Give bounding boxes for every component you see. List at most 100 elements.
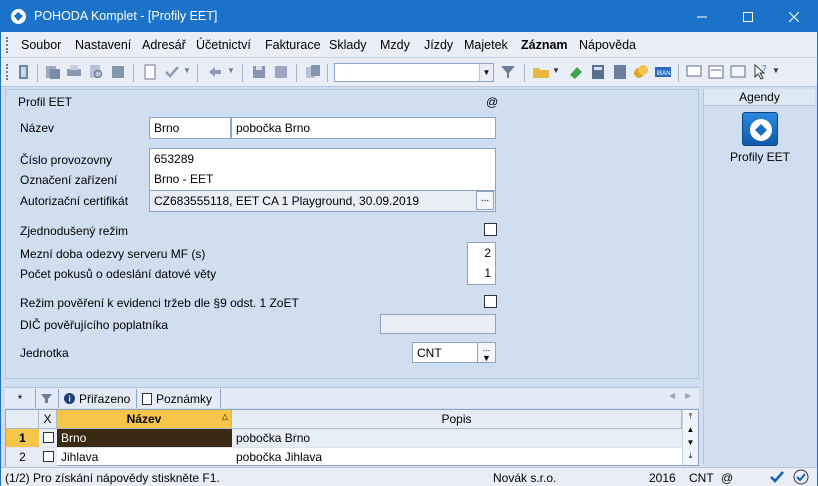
row-number: 2 (6, 448, 39, 467)
poverení-checkbox[interactable] (484, 295, 497, 308)
back-arrow-icon[interactable] (206, 63, 224, 81)
mezni-doba-field[interactable]: 2 (467, 242, 496, 264)
profily-eet-icon[interactable] (742, 112, 778, 146)
window-list-icon[interactable] (707, 63, 725, 81)
toolbar-grip[interactable] (6, 64, 9, 80)
maximize-icon (743, 11, 753, 22)
print-preview-icon[interactable] (87, 63, 105, 81)
toolbar-separator (678, 64, 679, 82)
menu-adresar[interactable]: Adresář (142, 38, 186, 52)
quick-search-combo[interactable]: ▼ (334, 63, 494, 82)
status-confirm-icon[interactable] (793, 469, 809, 485)
menu-nastaveni[interactable]: Nastavení (75, 38, 131, 52)
save-icon[interactable] (250, 63, 268, 81)
pocet-pokusu-field[interactable]: 1 (467, 263, 496, 285)
toolbar-separator (296, 64, 297, 82)
row-checkbox[interactable] (43, 451, 54, 462)
menu-grip[interactable] (6, 37, 9, 53)
duplicate-icon[interactable] (304, 63, 322, 81)
zjednoduseny-label: Zjednodušený režim (20, 224, 129, 238)
iban-icon[interactable]: IBAN (654, 63, 672, 81)
jednotka-value: CNT (417, 346, 442, 360)
combo-dropdown-icon[interactable]: ▼ (479, 64, 493, 81)
certifikat-browse-button[interactable]: ... (476, 191, 494, 210)
nazev-label: Název (20, 121, 55, 135)
menu-bar: Soubor Nastavení Adresář Účetnictví Fakt… (1, 32, 817, 58)
table-row[interactable]: 2 Jihlava pobočka Jihlava (6, 448, 682, 467)
provozovna-field[interactable]: 653289 (149, 148, 496, 170)
menu-fakturace[interactable]: Fakturace (265, 38, 321, 52)
column-header-nazev[interactable]: Název △ (57, 410, 232, 429)
menu-sklady[interactable]: Sklady (329, 38, 367, 52)
column-header-x[interactable]: X (39, 410, 57, 429)
messages-icon[interactable] (729, 63, 747, 81)
minimize-icon (697, 16, 707, 17)
info-icon (64, 393, 75, 404)
tab-prirazeno[interactable]: Přiřazeno (59, 389, 137, 408)
scroll-down-icon[interactable]: ▼ (683, 436, 698, 449)
door-icon[interactable] (15, 63, 33, 81)
zarizeni-field[interactable]: Brno - EET (149, 169, 496, 191)
row-popis: pobočka Brno (232, 429, 682, 448)
row-checkbox[interactable] (43, 432, 54, 443)
coins-icon[interactable] (632, 63, 650, 81)
help-pointer-icon[interactable]: ? (751, 63, 769, 81)
menu-ucetnictvi[interactable]: Účetnictví (196, 38, 251, 52)
column-header-popis[interactable]: Popis (232, 410, 682, 429)
column-header-nazev-label: Název (126, 412, 162, 426)
tab-all[interactable]: * (5, 389, 36, 408)
check-dropdown-icon[interactable]: ▼ (183, 66, 191, 75)
export-icon[interactable] (109, 63, 127, 81)
menu-soubor[interactable]: Soubor (21, 38, 61, 52)
currency-calculator-icon[interactable] (611, 63, 629, 81)
eet-profile-form: Profil EET @ Název Brno pobočka Brno Čís… (5, 89, 699, 379)
svg-text:?: ? (762, 64, 767, 73)
close-icon (789, 11, 799, 22)
help-dropdown-icon[interactable]: ▼ (772, 66, 780, 75)
printer-icon[interactable] (65, 63, 83, 81)
menu-zaznam[interactable]: Záznam (521, 38, 568, 52)
monitor-icon[interactable] (685, 63, 703, 81)
detail-tabs: * Přiřazeno Poznámky ◀ ▶ (5, 387, 699, 408)
toolbar-separator (37, 64, 38, 82)
scroll-bottom-icon[interactable]: ⤓ (683, 449, 698, 462)
copy-record-icon[interactable] (44, 63, 62, 81)
provozovna-label: Číslo provozovny (20, 153, 113, 167)
status-unit: CNT (689, 471, 714, 485)
tab-filter[interactable] (36, 389, 59, 408)
nazev-code-field[interactable]: Brno (149, 117, 231, 139)
tab-scroll-right-icon[interactable]: ▶ (685, 391, 691, 400)
folder-icon[interactable] (532, 63, 550, 81)
zjednoduseny-checkbox[interactable] (484, 223, 497, 236)
menu-majetek[interactable]: Majetek (464, 38, 508, 52)
filter-icon[interactable] (499, 63, 517, 81)
profily-eet-link[interactable]: Profily EET (704, 150, 816, 164)
menu-jizdy[interactable]: Jízdy (424, 38, 453, 52)
dic-label: DIČ pověřujícího poplatníka (20, 318, 169, 332)
calculator-icon[interactable] (589, 63, 607, 81)
close-button[interactable] (771, 1, 817, 32)
check-icon[interactable] (163, 63, 181, 81)
jednotka-dropdown-icon[interactable]: ... ▼ (477, 343, 495, 363)
app-window: POHODA Komplet - [Profily EET] Soubor Na… (0, 0, 818, 486)
status-check-icon[interactable] (769, 469, 785, 485)
minimize-button[interactable] (679, 1, 725, 32)
title-bar: POHODA Komplet - [Profily EET] (1, 1, 817, 32)
scroll-top-icon[interactable]: ⤒ (683, 410, 698, 423)
svg-text:IBAN: IBAN (657, 71, 671, 77)
menu-napoveda[interactable]: Nápověda (579, 38, 636, 52)
new-record-icon[interactable] (141, 63, 159, 81)
back-dropdown-icon[interactable]: ▼ (227, 66, 235, 75)
tab-star-label: * (17, 391, 23, 406)
maximize-button[interactable] (725, 1, 771, 32)
folder-dropdown-icon[interactable]: ▼ (552, 66, 560, 75)
scroll-up-icon[interactable]: ▲ (683, 423, 698, 436)
nazev-text-field[interactable]: pobočka Brno (231, 117, 496, 139)
save-all-icon[interactable] (272, 63, 290, 81)
table-row[interactable]: 1 Brno pobočka Brno (6, 429, 682, 448)
table-scrollbar[interactable]: ⤒ ▲ ▼ ⤓ (682, 410, 698, 465)
tab-scroll-left-icon[interactable]: ◀ (669, 391, 675, 400)
menu-mzdy[interactable]: Mzdy (380, 38, 410, 52)
tab-poznamky[interactable]: Poznámky (137, 389, 221, 408)
eraser-icon[interactable] (567, 63, 585, 81)
